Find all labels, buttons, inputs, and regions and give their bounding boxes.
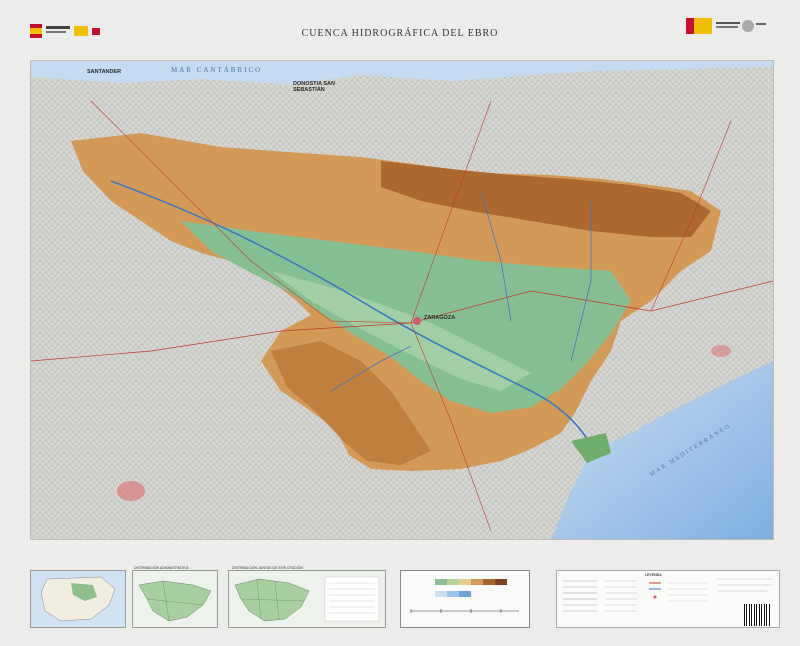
exploitation-boards-inset (228, 570, 386, 628)
map-title: CUENCA HIDROGRÁFICA DEL EBRO (301, 28, 499, 39)
madrid-urban-area (117, 481, 145, 501)
elevation-legend (400, 570, 530, 628)
donostia-label: DONOSTIA SAN SEBASTIÁN (293, 81, 335, 93)
zaragoza-marker (413, 317, 421, 325)
location-inset-map (30, 570, 126, 628)
administrative-inset-map (132, 570, 218, 628)
santander-label: SANTANDER (87, 69, 122, 75)
relief-map: MAR CANTÁBRICO MAR MEDITERRÁNEO SANTANDE… (30, 60, 774, 540)
barcode (744, 604, 770, 626)
zaragoza-label: ZARAGOZA (424, 315, 456, 321)
cantabrian-sea-label: MAR CANTÁBRICO (171, 66, 263, 74)
map-sheet: CUENCA HIDROGRÁFICA DEL EBRO MAR CANTÁBR… (0, 0, 800, 646)
barcelona-urban-area (711, 345, 731, 357)
